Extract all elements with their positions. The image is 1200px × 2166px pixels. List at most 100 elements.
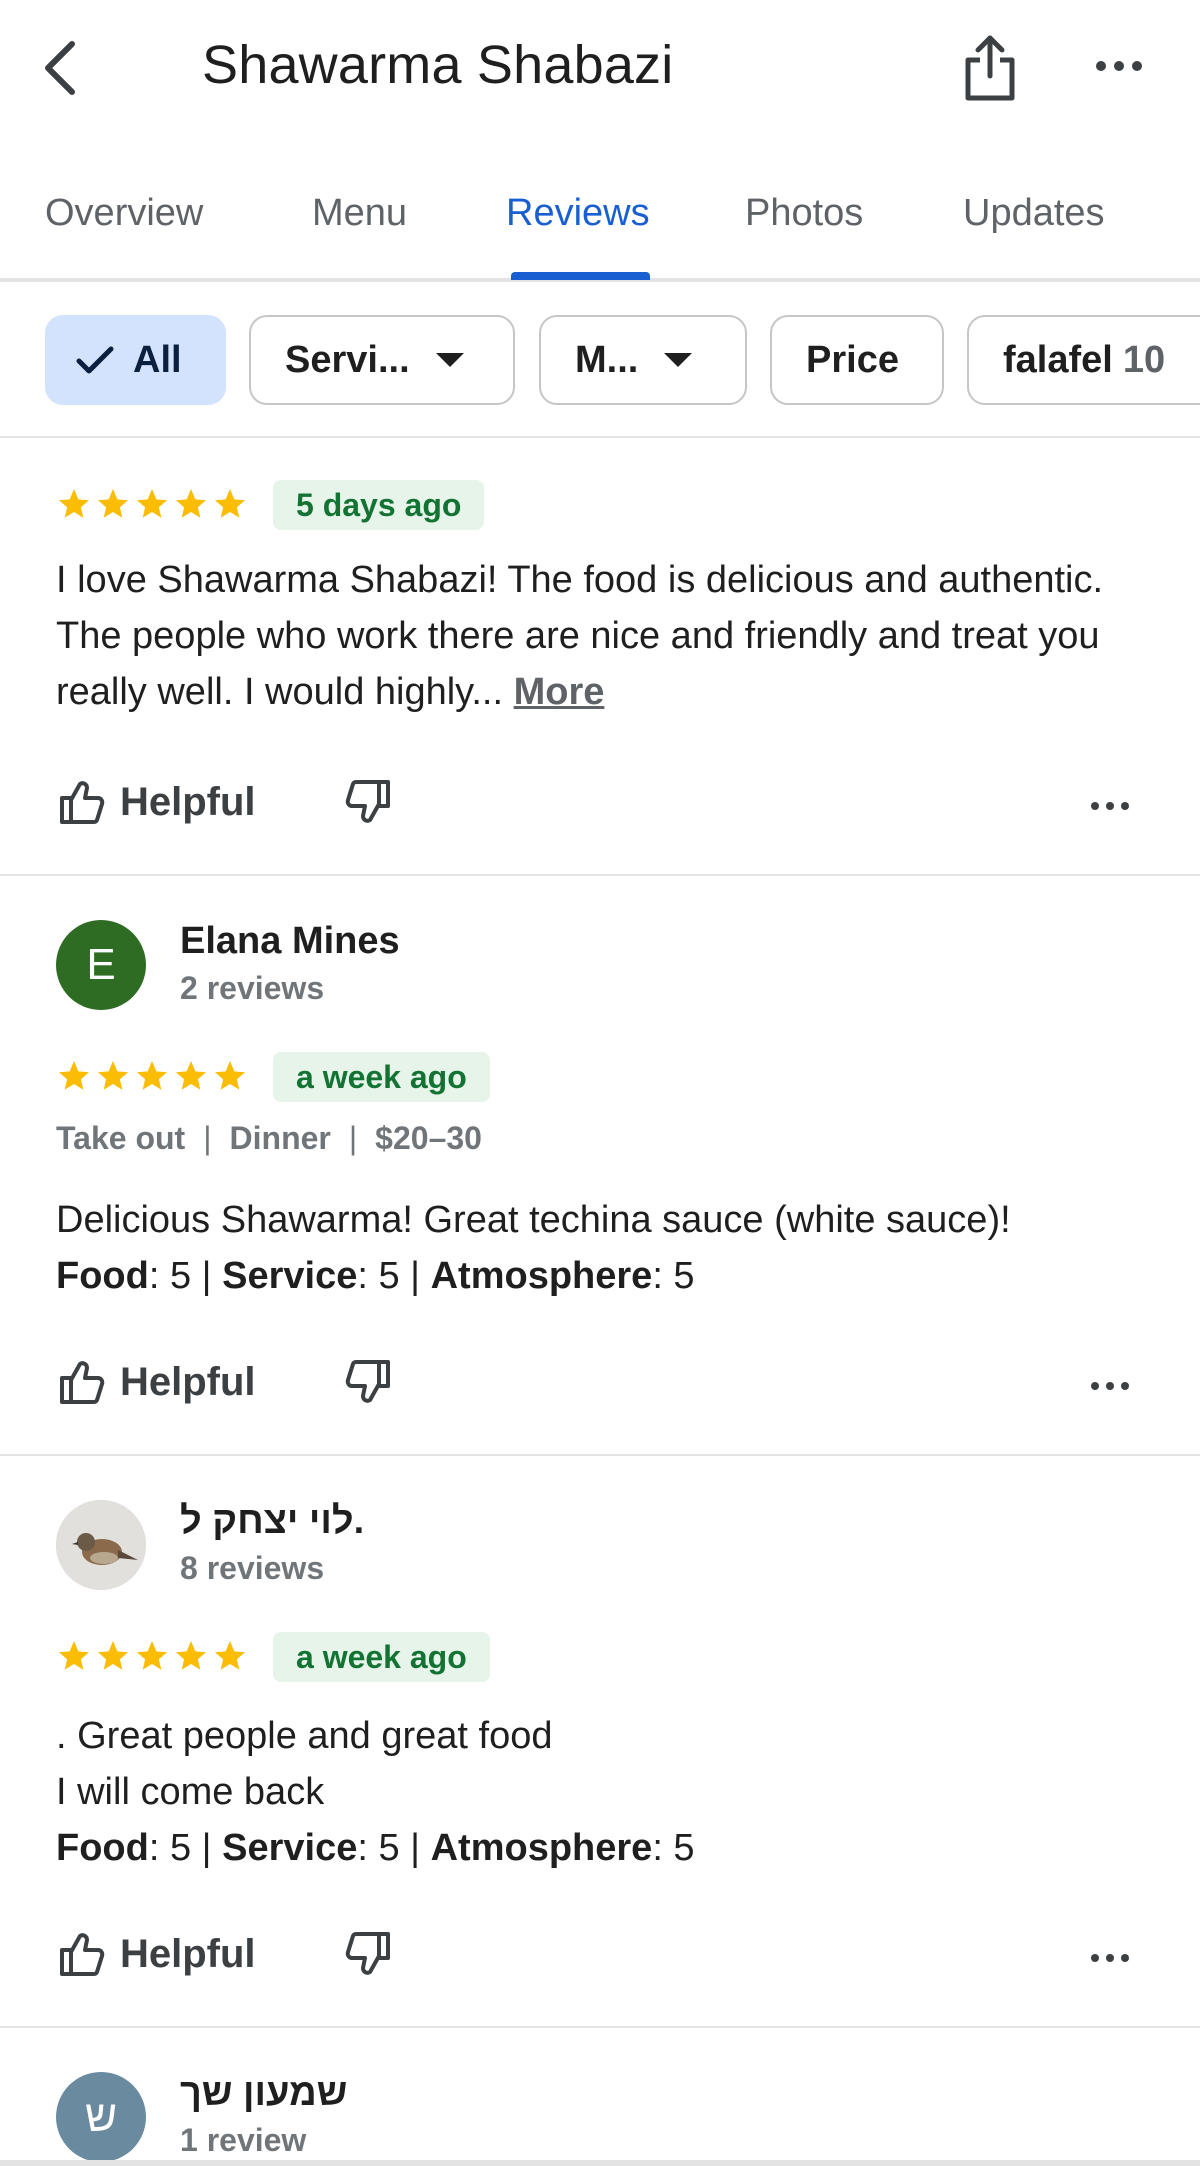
back-button[interactable] bbox=[38, 36, 88, 100]
check-icon bbox=[76, 346, 114, 374]
filter-chip-all[interactable]: All bbox=[45, 315, 226, 405]
review-text: . Great people and great food I will com… bbox=[56, 1708, 1156, 1876]
star-icon bbox=[134, 1058, 170, 1099]
meal-type: Dinner bbox=[229, 1120, 331, 1156]
filter-chip-label: M... bbox=[575, 338, 639, 381]
star-icon bbox=[212, 1638, 248, 1679]
review-card: ש שמעון שך 1 review bbox=[0, 2028, 1200, 2162]
filter-chip-falafel[interactable]: falafel 10 bbox=[967, 315, 1200, 405]
review-text: I love Shawarma Shabazi! The food is del… bbox=[56, 552, 1166, 720]
tab-reviews[interactable]: Reviews bbox=[506, 192, 650, 235]
helpful-button[interactable]: Helpful bbox=[56, 1928, 256, 1980]
star-rating bbox=[56, 1638, 248, 1679]
tab-photos[interactable]: Photos bbox=[745, 192, 863, 235]
tab-menu[interactable]: Menu bbox=[312, 192, 407, 235]
helpful-label: Helpful bbox=[120, 779, 256, 824]
bottom-edge bbox=[0, 2160, 1200, 2166]
dropdown-caret-icon bbox=[664, 353, 693, 367]
star-icon bbox=[173, 1058, 209, 1099]
avatar[interactable]: ש bbox=[56, 2072, 146, 2162]
star-rating bbox=[56, 1058, 248, 1099]
star-icon bbox=[56, 486, 92, 527]
review-body: Delicious Shawarma! Great techina sauce … bbox=[56, 1199, 1011, 1241]
review-body-line: . Great people and great food bbox=[56, 1715, 553, 1757]
avatar[interactable]: E bbox=[56, 920, 146, 1010]
avatar[interactable] bbox=[56, 1500, 146, 1590]
more-horizontal-icon bbox=[1096, 61, 1142, 71]
thumbs-up-icon bbox=[60, 781, 105, 824]
top-app-bar: Shawarma Shabazi bbox=[0, 0, 1200, 140]
star-rating bbox=[56, 486, 248, 527]
reviewer-review-count: 1 review bbox=[180, 2122, 307, 2158]
review-date-badge: a week ago bbox=[273, 1052, 490, 1102]
share-icon bbox=[965, 35, 1015, 101]
review-more-button[interactable] bbox=[1090, 796, 1130, 816]
review-card: לוי יצחק ל. 8 reviews a week ago . Great… bbox=[0, 1456, 1200, 2028]
star-icon bbox=[212, 486, 248, 527]
review-body-line: I will come back bbox=[56, 1771, 325, 1813]
star-icon bbox=[56, 1638, 92, 1679]
thumbs-up-icon bbox=[60, 1933, 105, 1976]
filter-chip-service[interactable]: Servi... bbox=[249, 315, 515, 405]
share-button[interactable] bbox=[962, 32, 1018, 104]
star-icon bbox=[134, 486, 170, 527]
reviewer-review-count: 8 reviews bbox=[180, 1550, 325, 1586]
filter-chip-label: All bbox=[133, 338, 182, 381]
visit-type: Take out bbox=[56, 1120, 186, 1156]
back-arrow-icon bbox=[45, 41, 75, 95]
filter-chip-label: falafel bbox=[1003, 338, 1113, 381]
reviewer-review-count: 2 reviews bbox=[180, 970, 325, 1006]
thumbs-up-icon bbox=[60, 1361, 105, 1404]
review-text: Delicious Shawarma! Great techina sauce … bbox=[56, 1192, 1156, 1304]
separator: | bbox=[203, 1120, 212, 1156]
star-icon bbox=[95, 486, 131, 527]
more-horizontal-icon bbox=[1091, 1954, 1129, 1962]
filter-chip-label: Servi... bbox=[285, 338, 410, 381]
review-more-button[interactable] bbox=[1090, 1948, 1130, 1968]
review-filter-chips: All Servi... M... Price falafel 10 bbox=[0, 282, 1200, 438]
reviewer-name[interactable]: שמעון שך bbox=[180, 2072, 347, 2115]
star-icon bbox=[134, 1638, 170, 1679]
tab-updates[interactable]: Updates bbox=[963, 192, 1105, 235]
review-more-button[interactable] bbox=[1090, 1376, 1130, 1396]
star-icon bbox=[56, 1058, 92, 1099]
star-icon bbox=[173, 1638, 209, 1679]
visit-details: Take out | Dinner | $20–30 bbox=[56, 1120, 482, 1157]
dropdown-caret-icon bbox=[435, 353, 464, 367]
star-icon bbox=[212, 1058, 248, 1099]
review-date-badge: a week ago bbox=[273, 1632, 490, 1682]
more-options-button[interactable] bbox=[1094, 54, 1144, 78]
not-helpful-button[interactable] bbox=[342, 778, 396, 832]
helpful-label: Helpful bbox=[120, 1931, 256, 1976]
review-card: E Elana Mines 2 reviews a week ago Take … bbox=[0, 876, 1200, 1456]
reviewer-name[interactable]: Elana Mines bbox=[180, 920, 400, 963]
review-date-badge: 5 days ago bbox=[273, 480, 485, 530]
star-icon bbox=[95, 1058, 131, 1099]
more-horizontal-icon bbox=[1091, 802, 1129, 810]
separator: | bbox=[348, 1120, 358, 1156]
thumbs-down-icon bbox=[345, 1932, 390, 1975]
tab-overview[interactable]: Overview bbox=[45, 192, 203, 235]
more-horizontal-icon bbox=[1091, 1382, 1129, 1390]
star-icon bbox=[95, 1638, 131, 1679]
sub-ratings: Food: 5 | Service: 5 | Atmosphere: 5 bbox=[56, 1827, 695, 1869]
more-link[interactable]: More bbox=[514, 671, 605, 713]
filter-chip-meal[interactable]: M... bbox=[539, 315, 747, 405]
price-range: $20–30 bbox=[375, 1120, 482, 1156]
helpful-label: Helpful bbox=[120, 1359, 256, 1404]
reviewer-name[interactable]: לוי יצחק ל. bbox=[180, 1500, 364, 1543]
helpful-button[interactable]: Helpful bbox=[56, 776, 256, 828]
star-icon bbox=[173, 486, 209, 527]
filter-chip-price[interactable]: Price bbox=[770, 315, 944, 405]
active-tab-indicator bbox=[511, 272, 650, 280]
filter-chip-count: 10 bbox=[1122, 338, 1166, 381]
thumbs-down-icon bbox=[345, 1360, 390, 1403]
page-title: Shawarma Shabazi bbox=[202, 35, 674, 95]
not-helpful-button[interactable] bbox=[342, 1930, 396, 1984]
tab-bar: Overview Menu Reviews Photos Updates bbox=[0, 170, 1200, 282]
helpful-button[interactable]: Helpful bbox=[56, 1356, 256, 1408]
review-card: 5 days ago I love Shawarma Shabazi! The … bbox=[0, 438, 1200, 876]
filter-chip-label: Price bbox=[806, 338, 899, 381]
sub-ratings: Food: 5 | Service: 5 | Atmosphere: 5 bbox=[56, 1255, 695, 1297]
not-helpful-button[interactable] bbox=[342, 1358, 396, 1412]
